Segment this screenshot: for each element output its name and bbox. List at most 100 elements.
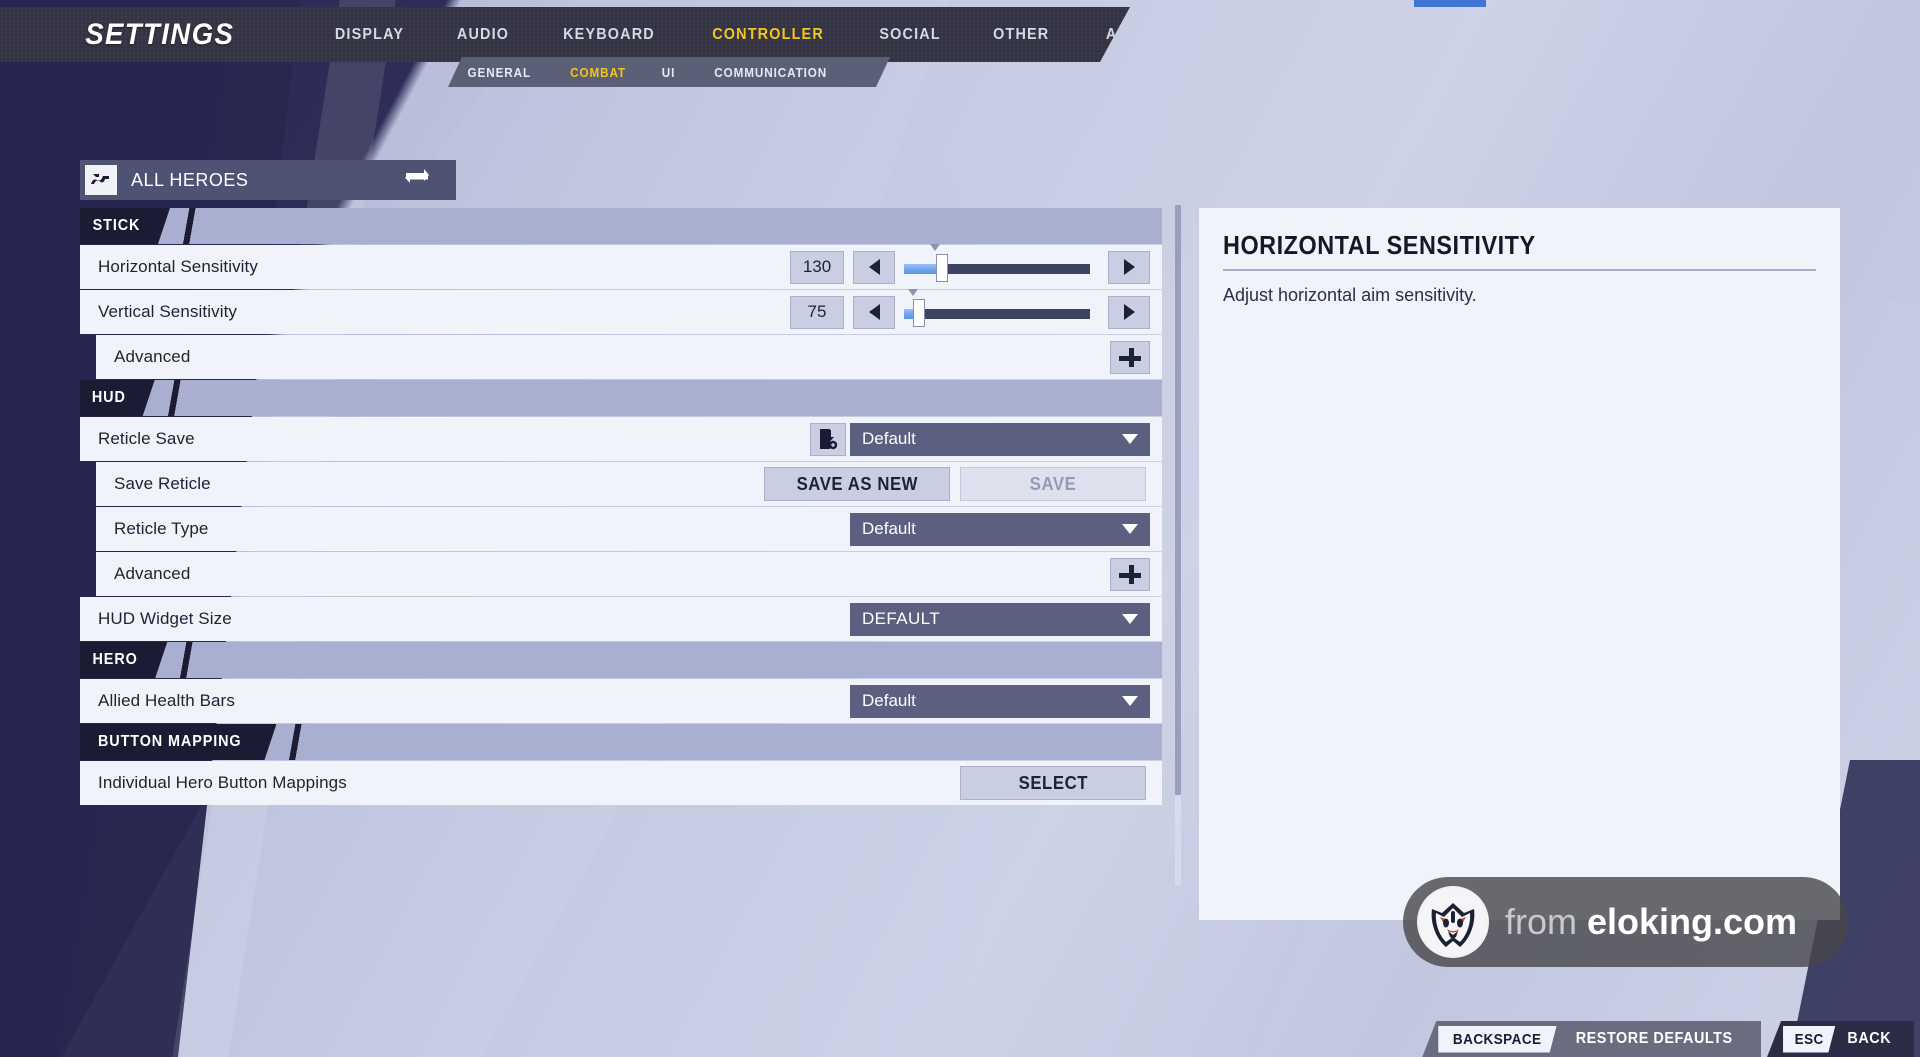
setting-controls: Default (810, 422, 1150, 456)
setting-row-save-reticle[interactable]: Save Reticle SAVE AS NEW SAVE (96, 462, 1162, 506)
hero-selector-label: ALL HEROES (131, 169, 249, 190)
vertical-sensitivity-increase-button[interactable] (1108, 295, 1150, 329)
triangle-right-icon (1123, 304, 1135, 320)
setting-row-allied-health-bars[interactable]: Allied Health Bars Default (80, 679, 1162, 723)
chevron-down-icon (1122, 614, 1138, 624)
overwatch-logo-icon (85, 165, 117, 195)
allied-health-bars-value: Default (862, 691, 916, 710)
reticle-type-dropdown[interactable]: Default (850, 512, 1150, 546)
nav-item-social[interactable]: SOCIAL (859, 20, 962, 50)
hint-restore-defaults[interactable]: BACKSPACE RESTORE DEFAULTS (1422, 1021, 1762, 1057)
vertical-sensitivity-decrease-button[interactable] (853, 295, 895, 329)
vertical-sensitivity-value[interactable]: 75 (790, 295, 844, 329)
horizontal-sensitivity-increase-button[interactable] (1108, 250, 1150, 284)
setting-row-reticle-type[interactable]: Reticle Type Default (96, 507, 1162, 551)
slider-marker-icon (907, 288, 918, 296)
allied-health-bars-dropdown[interactable]: Default (850, 684, 1150, 718)
slider-track (904, 308, 1090, 319)
setting-controls: SAVE AS NEW SAVE (764, 467, 1146, 501)
tab-communication[interactable]: COMMUNICATION (700, 60, 842, 85)
swap-arrows-icon[interactable] (404, 168, 430, 193)
nav-item-audio[interactable]: AUDIO (436, 20, 530, 50)
setting-row-reticle-save[interactable]: Reticle Save Default (80, 417, 1162, 461)
hint-back-label-wrap: BACK (1845, 1030, 1900, 1048)
setting-controls (1110, 340, 1150, 374)
setting-label: Individual Hero Button Mappings (98, 773, 347, 792)
plus-icon[interactable] (1110, 340, 1150, 374)
setting-info-panel: HORIZONTAL SENSITIVITY Adjust horizontal… (1199, 208, 1840, 920)
setting-label: Save Reticle (114, 474, 211, 493)
slider-thumb[interactable] (935, 253, 948, 282)
nav-item-other[interactable]: OTHER (973, 20, 1071, 50)
horizontal-sensitivity-value[interactable]: 130 (790, 250, 844, 284)
chevron-down-icon (1122, 524, 1138, 534)
select-button[interactable]: SELECT (960, 766, 1146, 800)
horizontal-sensitivity-slider[interactable] (904, 243, 1090, 284)
nav-item-controller[interactable]: CONTROLLER (692, 20, 845, 50)
hud-widget-size-value: DEFAULT (862, 609, 941, 628)
setting-label: Advanced (114, 564, 191, 583)
triangle-left-icon (868, 259, 880, 275)
setting-label: Advanced (114, 347, 191, 366)
setting-label: Reticle Save (98, 429, 195, 448)
settings-list-panel: STICK Horizontal Sensitivity 130 Vertica… (80, 208, 1162, 908)
reticle-save-dropdown[interactable]: Default (850, 422, 1150, 456)
setting-controls: 130 (790, 243, 1150, 284)
key-backspace: BACKSPACE (1438, 1026, 1556, 1053)
plus-icon[interactable] (1110, 557, 1150, 591)
scrollbar-thumb[interactable] (1175, 205, 1181, 795)
setting-row-horizontal-sensitivity[interactable]: Horizontal Sensitivity 130 (80, 243, 1162, 289)
hud-widget-size-dropdown[interactable]: DEFAULT (850, 602, 1150, 636)
setting-controls: DEFAULT (850, 602, 1150, 636)
tab-combat[interactable]: COMBAT (555, 60, 640, 85)
nav-item-display[interactable]: DISPLAY (314, 20, 425, 50)
setting-label: Reticle Type (114, 519, 209, 538)
slider-thumb[interactable] (913, 298, 926, 327)
section-header-hero: HERO (80, 642, 1162, 678)
setting-row-individual-hero-button-mappings[interactable]: Individual Hero Button Mappings SELECT (80, 761, 1162, 805)
hero-selector[interactable]: ALL HEROES (80, 160, 456, 200)
setting-row-stick-advanced[interactable]: Advanced (96, 335, 1162, 379)
settings-top-bar: SETTINGS DISPLAY AUDIO KEYBOARD CONTROLL… (0, 7, 1130, 62)
watermark-from-label: from (1505, 901, 1588, 942)
vertical-sensitivity-slider[interactable] (904, 288, 1090, 329)
section-header-stick: STICK (80, 208, 1162, 244)
setting-row-vertical-sensitivity[interactable]: Vertical Sensitivity 75 (80, 288, 1162, 334)
section-tag-button-mapping-label: BUTTON MAPPING (97, 733, 242, 750)
hint-back[interactable]: ESC BACK (1767, 1021, 1914, 1057)
chevron-down-icon (1122, 696, 1138, 706)
triangle-left-icon (868, 304, 880, 320)
page-title: SETTINGS (85, 17, 235, 51)
key-backspace-label: BACKSPACE (1453, 1030, 1542, 1048)
slider-marker-icon (930, 243, 941, 251)
setting-label: Vertical Sensitivity (98, 302, 237, 321)
section-tag-button-mapping: BUTTON MAPPING (80, 724, 260, 760)
setting-controls (1110, 557, 1150, 591)
section-tag-hero-label: HERO (92, 651, 138, 668)
save-button[interactable]: SAVE (960, 467, 1146, 501)
setting-row-hud-widget-size[interactable]: HUD Widget Size DEFAULT (80, 597, 1162, 641)
info-panel-description: Adjust horizontal aim sensitivity. (1223, 285, 1477, 305)
hint-back-label: BACK (1847, 1030, 1892, 1047)
settings-scrollbar[interactable] (1175, 205, 1181, 885)
nav-item-keyboard[interactable]: KEYBOARD (542, 20, 675, 50)
top-progress-tick (1414, 0, 1486, 7)
tab-ui[interactable]: UI (647, 60, 689, 85)
setting-controls: Default (850, 512, 1150, 546)
sub-tabs: GENERAL COMBAT UI COMMUNICATION (448, 57, 890, 87)
key-esc: ESC (1783, 1026, 1835, 1053)
tab-general[interactable]: GENERAL (453, 60, 545, 85)
section-tag-stick-label: STICK (92, 217, 141, 234)
section-header-button-mapping: BUTTON MAPPING (80, 724, 1162, 760)
section-slash (170, 642, 201, 678)
setting-row-hud-advanced[interactable]: Advanced (96, 552, 1162, 596)
save-reticle-icon[interactable] (810, 422, 846, 456)
horizontal-sensitivity-decrease-button[interactable] (853, 250, 895, 284)
save-as-new-button[interactable]: SAVE AS NEW (764, 467, 950, 501)
watermark-domain-label: eloking.com (1587, 901, 1798, 942)
section-header-hud: HUD (80, 380, 1162, 416)
section-slash (157, 380, 188, 416)
setting-controls: 75 (790, 288, 1150, 329)
watermark-text: from eloking.com (1505, 901, 1797, 943)
watermark-badge: from eloking.com (1403, 877, 1848, 967)
